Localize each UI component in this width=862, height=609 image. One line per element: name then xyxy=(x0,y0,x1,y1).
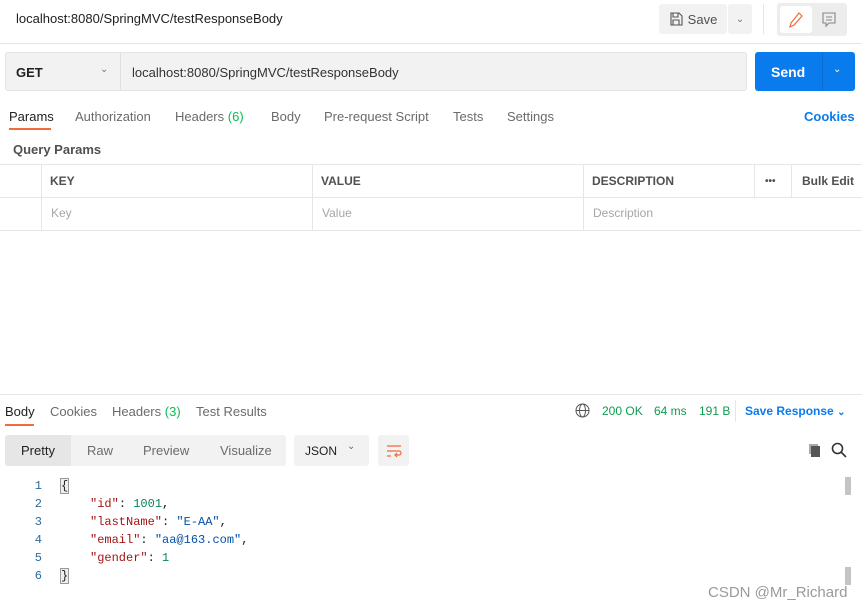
save-icon xyxy=(670,12,683,26)
scrollbar[interactable] xyxy=(845,477,851,495)
headers-count: (6) xyxy=(227,109,244,124)
line-number: 1 xyxy=(34,479,42,493)
save-label: Save xyxy=(687,11,718,27)
response-size: 191 B xyxy=(699,404,731,418)
chevron-down-icon[interactable]: ⌄ xyxy=(347,441,355,452)
bulk-edit-button[interactable]: Bulk Edit xyxy=(802,174,854,188)
save-button[interactable]: Save xyxy=(659,4,727,34)
response-tab-cookies[interactable]: Cookies xyxy=(50,404,97,419)
tab-label: Headers xyxy=(112,404,162,419)
description-input[interactable]: Description xyxy=(593,206,653,220)
line-number: 4 xyxy=(34,533,42,547)
url-input[interactable]: localhost:8080/SpringMVC/testResponseBod… xyxy=(132,65,399,80)
response-tab-test-results[interactable]: Test Results xyxy=(196,404,267,419)
divider xyxy=(791,164,792,197)
tab-settings[interactable]: Settings xyxy=(507,109,554,124)
divider xyxy=(0,164,862,165)
divider xyxy=(735,400,736,422)
status-code: 200 OK xyxy=(602,404,643,418)
response-tab-body[interactable]: Body xyxy=(5,404,35,419)
line-number: 2 xyxy=(34,497,42,511)
copy-icon[interactable] xyxy=(808,443,822,458)
search-icon[interactable] xyxy=(831,442,847,458)
divider xyxy=(754,164,755,197)
globe-icon[interactable] xyxy=(575,403,590,418)
divider xyxy=(312,164,313,230)
comment-icon[interactable] xyxy=(814,6,844,33)
divider xyxy=(0,394,862,395)
code-line: "id": 1001, xyxy=(90,497,170,511)
column-key: KEY xyxy=(50,174,75,188)
headers-count: (3) xyxy=(164,404,181,419)
tab-pre-request-script[interactable]: Pre-request Script xyxy=(324,109,429,124)
scrollbar[interactable] xyxy=(845,567,851,585)
request-title: localhost:8080/SpringMVC/testResponseBod… xyxy=(16,11,283,26)
edit-pencil-icon[interactable] xyxy=(780,6,812,33)
line-number: 5 xyxy=(34,551,42,565)
divider xyxy=(0,43,862,44)
send-label[interactable]: Send xyxy=(771,64,805,80)
response-tab-headers[interactable]: Headers (3) xyxy=(112,404,181,419)
column-value: VALUE xyxy=(321,174,361,188)
divider xyxy=(0,197,862,198)
tab-body[interactable]: Body xyxy=(271,109,301,124)
divider xyxy=(583,164,584,230)
key-input[interactable]: Key xyxy=(51,206,72,220)
save-dropdown-chevron-icon[interactable]: ⌄ xyxy=(728,4,752,34)
watermark: CSDN @Mr_Richard xyxy=(708,584,848,601)
format-label[interactable]: JSON xyxy=(305,444,337,458)
code-brace: { xyxy=(59,478,70,494)
tab-authorization[interactable]: Authorization xyxy=(75,109,151,124)
divider xyxy=(120,53,121,90)
chevron-down-icon[interactable]: ⌄ xyxy=(100,64,108,75)
code-brace: } xyxy=(59,568,70,584)
tab-tests[interactable]: Tests xyxy=(453,109,483,124)
code-line: "email": "aa@163.com", xyxy=(90,533,249,547)
code-line: "gender": 1 xyxy=(90,551,170,565)
method-select[interactable]: GET xyxy=(16,65,43,80)
divider xyxy=(822,52,823,91)
save-response-label: Save Response xyxy=(745,404,834,418)
column-description: DESCRIPTION xyxy=(592,174,675,188)
wrap-lines-icon[interactable] xyxy=(378,435,409,466)
response-time: 64 ms xyxy=(654,404,687,418)
active-tab-indicator xyxy=(9,128,51,130)
divider xyxy=(763,4,764,34)
line-number: 3 xyxy=(34,515,42,529)
query-params-title: Query Params xyxy=(13,142,102,157)
code-line: "lastName": "E-AA", xyxy=(90,515,227,529)
divider xyxy=(0,230,862,231)
view-preview[interactable]: Preview xyxy=(143,443,189,458)
view-pretty[interactable]: Pretty xyxy=(21,443,55,458)
save-response-button[interactable]: Save Response ⌄ xyxy=(745,404,845,418)
tab-params[interactable]: Params xyxy=(9,109,54,124)
chevron-down-icon: ⌄ xyxy=(837,407,846,418)
cookies-link[interactable]: Cookies xyxy=(804,109,855,124)
tab-label: Headers xyxy=(175,109,225,124)
divider xyxy=(41,164,42,230)
line-number: 6 xyxy=(34,569,42,583)
view-raw[interactable]: Raw xyxy=(87,443,113,458)
value-input[interactable]: Value xyxy=(322,206,352,220)
view-visualize[interactable]: Visualize xyxy=(220,443,272,458)
active-tab-indicator xyxy=(5,424,34,426)
send-dropdown-chevron-icon[interactable]: ⌄ xyxy=(833,64,841,75)
tab-headers[interactable]: Headers (6) xyxy=(175,109,244,124)
more-options-icon[interactable]: ••• xyxy=(765,176,776,187)
